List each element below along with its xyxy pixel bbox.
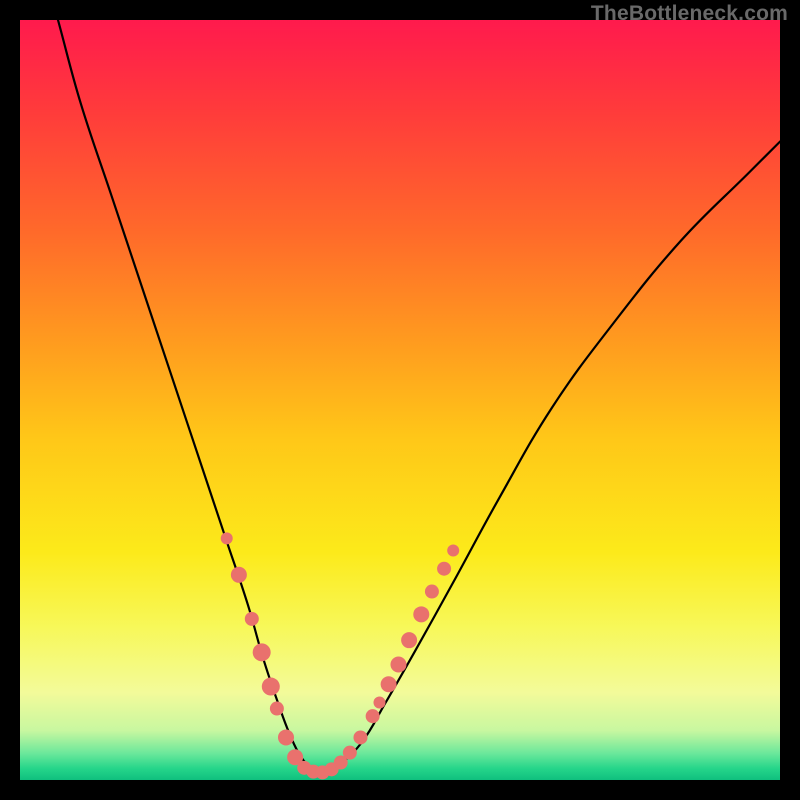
marker-dot [390, 656, 406, 672]
marker-dot [373, 696, 385, 708]
marker-dot [401, 632, 417, 648]
marker-dot [253, 643, 271, 661]
marker-dot [425, 585, 439, 599]
watermark-text: TheBottleneck.com [591, 2, 788, 26]
marker-dot [221, 532, 233, 544]
marker-dot [270, 702, 284, 716]
marker-dot [413, 606, 429, 622]
marker-dot [353, 730, 367, 744]
marker-dot [381, 676, 397, 692]
marker-dot [366, 709, 380, 723]
marker-dot [343, 746, 357, 760]
marker-dot [245, 612, 259, 626]
stage: TheBottleneck.com [0, 0, 800, 800]
marker-dot [447, 544, 459, 556]
marker-dot [231, 567, 247, 583]
marker-dot [437, 562, 451, 576]
chart-plot [20, 20, 780, 780]
marker-dot [262, 678, 280, 696]
marker-dot [278, 729, 294, 745]
